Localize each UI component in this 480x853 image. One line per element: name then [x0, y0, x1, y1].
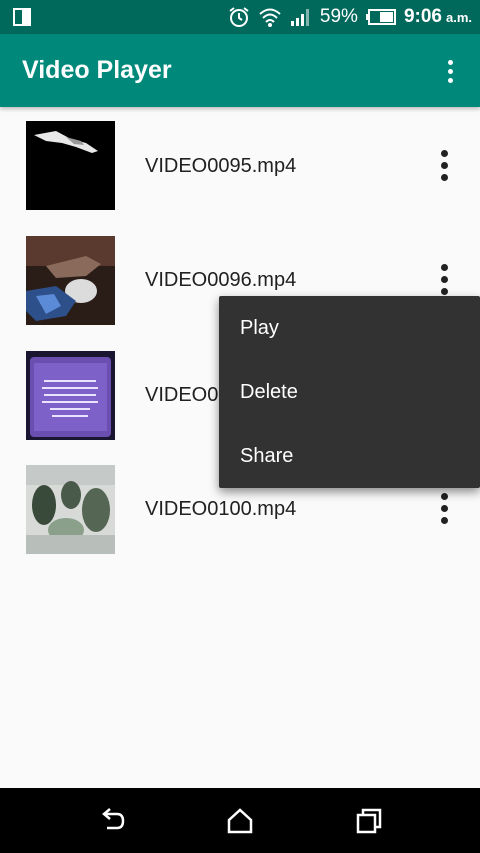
app-bar: Video Player: [0, 34, 480, 107]
video-thumbnail: [26, 465, 115, 554]
back-icon[interactable]: [97, 806, 127, 836]
video-filename: VIDEO0095.mp4: [145, 155, 297, 177]
menu-item-play[interactable]: Play: [219, 296, 480, 360]
clock-time: 9:06: [403, 6, 442, 27]
battery-percent: 59%: [319, 6, 358, 27]
video-thumbnail: [26, 351, 115, 440]
app-title: Video Player: [22, 56, 172, 84]
signal-icon: [290, 9, 309, 26]
video-filename: VIDEO0: [145, 384, 219, 406]
wifi-icon: [259, 8, 281, 27]
video-filename: VIDEO0096.mp4: [145, 269, 297, 291]
recents-icon[interactable]: [354, 806, 384, 836]
battery-icon: [365, 9, 396, 25]
video-filename: VIDEO0100.mp4: [145, 498, 297, 520]
more-vert-icon[interactable]: [436, 488, 452, 528]
video-row[interactable]: VIDEO0095.mp4: [0, 107, 480, 221]
phone-layout-icon: [13, 8, 31, 26]
popup-menu: Play Delete Share: [219, 296, 480, 488]
home-icon[interactable]: [225, 806, 255, 836]
more-vert-icon[interactable]: [436, 145, 452, 185]
video-thumbnail: [26, 236, 115, 325]
more-vert-icon[interactable]: [438, 54, 462, 88]
menu-item-delete[interactable]: Delete: [219, 360, 480, 424]
more-vert-icon[interactable]: [436, 259, 452, 299]
navigation-bar: [0, 788, 480, 853]
video-thumbnail: [26, 121, 115, 210]
status-bar: 59% 9:06 a.m.: [0, 0, 480, 34]
menu-item-share[interactable]: Share: [219, 424, 480, 488]
alarm-icon: [229, 7, 249, 27]
clock-ampm: a.m.: [445, 9, 472, 25]
